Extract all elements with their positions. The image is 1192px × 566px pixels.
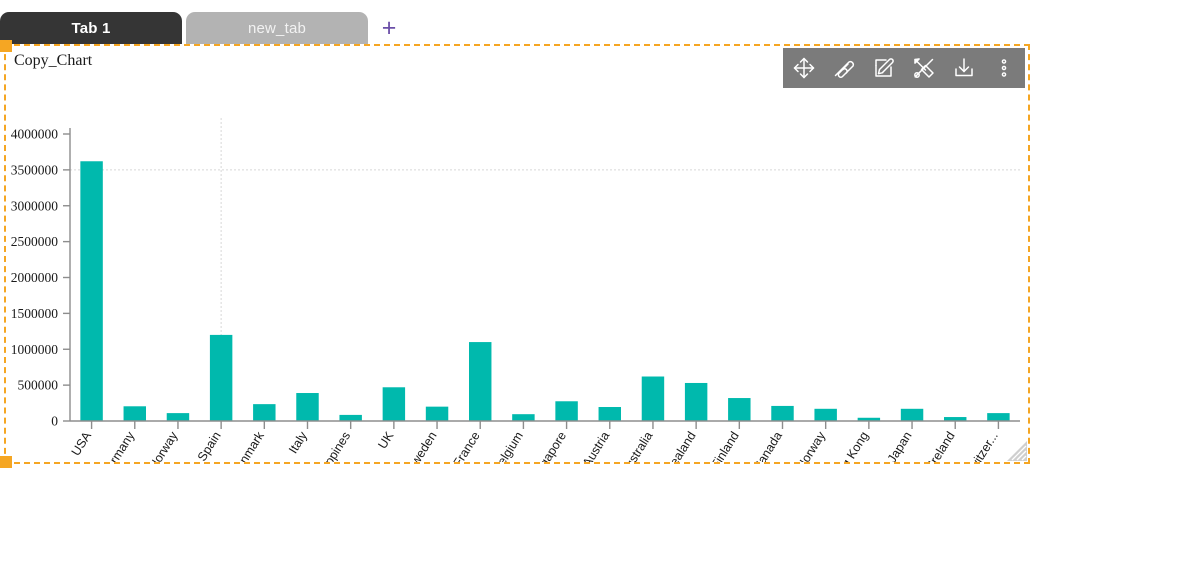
bar[interactable]: [641, 376, 665, 421]
chart-toolbar: [783, 48, 1025, 88]
edit-pencil-icon[interactable]: [869, 53, 899, 83]
bar[interactable]: [339, 414, 362, 421]
y-tick-label: 3000000: [11, 198, 59, 213]
x-tick-label: Japan: [885, 429, 915, 462]
resize-handle-bottom-right[interactable]: [1007, 441, 1027, 461]
bar[interactable]: [684, 382, 708, 421]
bar[interactable]: [425, 406, 449, 421]
bar[interactable]: [512, 414, 535, 421]
x-tick-label: Finland: [708, 429, 742, 462]
scribble-icon[interactable]: [829, 53, 859, 83]
x-tick-label: Hong Kong: [826, 429, 871, 462]
bar[interactable]: [166, 413, 190, 421]
x-tick-label: Spain: [195, 429, 224, 462]
xtick-labels-group: USA Germany Norway Spain Denmark Italy Philipp…: [69, 429, 1001, 462]
chart-widget[interactable]: Copy_Chart 0 500000 1000000 1500000 2000…: [0, 40, 1030, 468]
ytick-labels-group: 0 500000 1000000 1500000 2000000 2500000 30000…: [11, 127, 59, 429]
x-tick-label: Sweden: [404, 429, 440, 462]
download-icon[interactable]: [949, 53, 979, 83]
bar[interactable]: [598, 407, 621, 421]
axis-group: [63, 128, 1020, 429]
y-tick-label: 500000: [18, 378, 59, 393]
tab-label: new_tab: [247, 19, 307, 37]
x-tick-label: Belgium: [490, 429, 526, 462]
y-tick-label: 4000000: [11, 127, 59, 142]
x-tick-label: UK: [375, 429, 396, 452]
y-tick-label: 1500000: [11, 306, 59, 321]
x-tick-label: Australia: [618, 429, 656, 462]
y-tick-label: 3500000: [11, 162, 59, 177]
bar-chart[interactable]: 0 500000 1000000 1500000 2000000 2500000 30000…: [6, 72, 1028, 462]
bar[interactable]: [296, 393, 319, 421]
more-vertical-icon[interactable]: [989, 53, 1019, 83]
bar[interactable]: [382, 387, 406, 421]
resize-handle-bottom-left[interactable]: [0, 456, 12, 468]
x-tick-label: Norway: [794, 429, 829, 462]
resize-handle-top-left[interactable]: [0, 40, 12, 52]
x-tick-label: Norway: [146, 429, 181, 462]
bars-group: [80, 161, 1010, 421]
tools-icon[interactable]: [909, 53, 939, 83]
plot-area: 0 500000 1000000 1500000 2000000 2500000 30000…: [6, 72, 1028, 462]
tab-tab-1[interactable]: Tab 1: [0, 12, 182, 44]
x-tick-label: Austria: [580, 429, 613, 462]
x-tick-label: Germany: [98, 429, 138, 462]
bar[interactable]: [80, 161, 103, 421]
tab-new-tab[interactable]: new_tab: [186, 12, 368, 44]
bar[interactable]: [555, 401, 578, 421]
bar[interactable]: [209, 334, 233, 421]
application-root: Tab 1 new_tab + Copy_Chart 0 500000 1000…: [0, 0, 1192, 566]
x-tick-label: Canada: [750, 429, 785, 462]
x-tick-label: Italy: [286, 429, 310, 456]
x-tick-label: USA: [69, 429, 95, 459]
chart-title: Copy_Chart: [14, 52, 93, 69]
x-tick-label: New Zealand: [648, 429, 699, 462]
y-tick-label: 1000000: [11, 342, 59, 357]
bar[interactable]: [900, 408, 924, 421]
y-tick-label: 2500000: [11, 234, 59, 249]
x-tick-label: France: [450, 429, 483, 462]
tab-bar: Tab 1 new_tab +: [0, 0, 1192, 44]
tab-label: Tab 1: [71, 19, 111, 37]
bar[interactable]: [987, 413, 1010, 421]
bar[interactable]: [123, 406, 146, 421]
add-tab-button[interactable]: +: [368, 12, 410, 44]
x-tick-label: Philippines: [309, 429, 353, 462]
bar[interactable]: [814, 408, 837, 421]
y-tick-label: 0: [51, 414, 58, 429]
x-tick-label: Switzer...: [962, 429, 1001, 462]
bar[interactable]: [728, 398, 751, 421]
x-tick-label: Singapore: [527, 429, 569, 462]
x-tick-label: Ireland: [926, 429, 958, 462]
plus-icon: +: [381, 13, 397, 42]
move-icon[interactable]: [789, 53, 819, 83]
bar[interactable]: [253, 404, 276, 421]
x-tick-label: Denmark: [228, 429, 267, 462]
bar[interactable]: [771, 405, 794, 421]
bar[interactable]: [469, 342, 492, 421]
y-tick-label: 2000000: [11, 270, 59, 285]
